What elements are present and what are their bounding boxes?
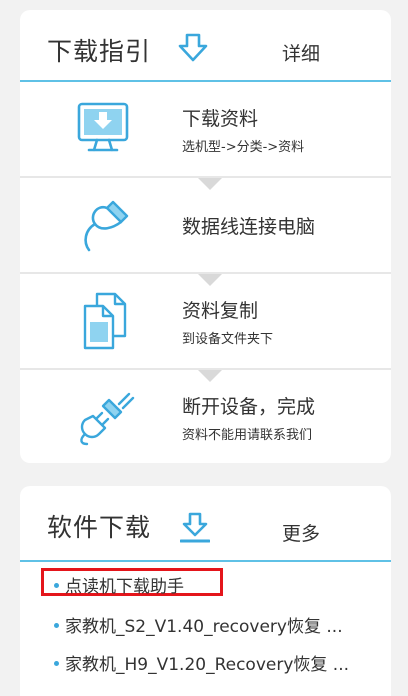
software-download-title: 软件下载 xyxy=(47,513,152,542)
download-arrow-icon xyxy=(178,33,208,62)
step-subtitle: 到设备文件夹下 xyxy=(182,332,274,347)
software-item-label: 家教机_S2_V1.40_recovery恢复 ... xyxy=(65,617,343,637)
download-guide-header: 下载指引 详细 xyxy=(20,10,391,82)
software-item-label: 家教机_H9_V1.20_Recovery恢复 ... xyxy=(65,655,350,675)
guide-step-copy[interactable]: 资料复制 到设备文件夹下 xyxy=(20,274,391,382)
step-title: 断开设备，完成 xyxy=(182,396,316,418)
step-arrow-down xyxy=(198,370,222,382)
bullet-icon xyxy=(54,622,59,628)
bullet-icon xyxy=(54,582,59,588)
software-item-label: 点读机下载助手 xyxy=(65,577,184,597)
step-arrow-down xyxy=(198,274,222,286)
step-title: 数据线连接电脑 xyxy=(182,216,316,238)
software-more-link[interactable]: 更多 xyxy=(282,519,320,546)
copy-documents-icon xyxy=(83,292,127,350)
monitor-download-icon xyxy=(77,102,129,152)
guide-step-connect[interactable]: 数据线连接电脑 xyxy=(20,178,391,286)
guide-step-unplug[interactable]: 断开设备，完成 资料不能用请联系我们 xyxy=(20,370,391,464)
guide-step-download[interactable]: 下载资料 选机型->分类->资料 xyxy=(20,82,391,190)
usb-cable-icon xyxy=(84,200,129,252)
list-item[interactable]: 家教机_S2_V1.40_recovery恢复 ... xyxy=(54,612,343,637)
list-item[interactable]: 点读机下载助手 xyxy=(54,572,184,597)
software-download-card: 软件下载 更多 点读机下载助手 家教机_S2_V1.40_recovery恢复 … xyxy=(20,486,391,696)
guide-details-link[interactable]: 详细 xyxy=(282,39,320,66)
bullet-icon xyxy=(54,660,59,666)
step-arrow-down xyxy=(198,178,222,190)
list-item[interactable]: 家教机_H9_V1.20_Recovery恢复 ... xyxy=(54,650,349,675)
unplug-icon xyxy=(80,392,135,446)
download-tray-icon xyxy=(180,512,210,543)
step-subtitle: 资料不能用请联系我们 xyxy=(182,428,313,443)
software-download-header: 软件下载 更多 xyxy=(20,486,391,562)
step-subtitle: 选机型->分类->资料 xyxy=(182,140,305,155)
step-title: 资料复制 xyxy=(182,300,259,322)
step-title: 下载资料 xyxy=(182,108,259,130)
download-guide-card: 下载指引 详细 下载资料 选机型->分类->资料 数据线连接电脑 资料复制 到设… xyxy=(20,10,391,463)
download-guide-title: 下载指引 xyxy=(47,37,152,66)
